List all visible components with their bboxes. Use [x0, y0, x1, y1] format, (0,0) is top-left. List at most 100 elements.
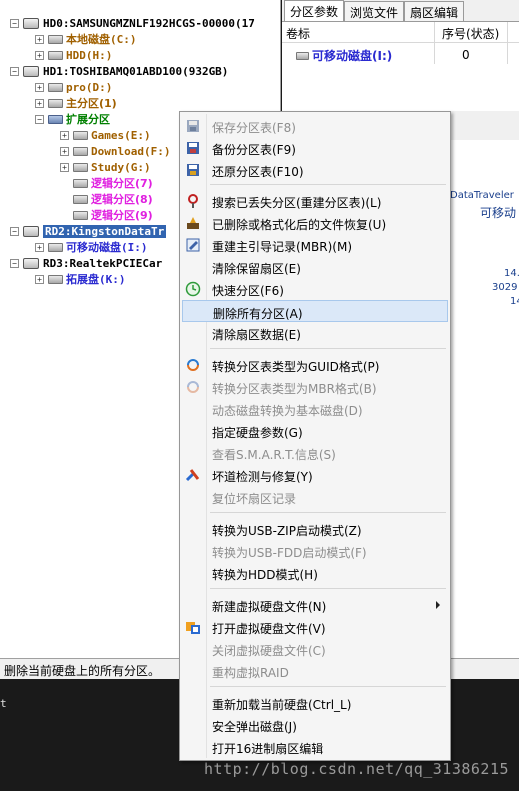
menu-item-close-virtual-disk[interactable]: 关闭虚拟硬盘文件(C): [182, 638, 448, 660]
expand-icon[interactable]: +: [35, 50, 44, 60]
tree-node-rd2[interactable]: − RD2:KingstonDataTr: [10, 223, 167, 239]
menu-item-eject-disk[interactable]: 安全弹出磁盘(J): [182, 714, 448, 736]
partition-icon: [73, 162, 88, 172]
partition-icon: [48, 98, 63, 108]
tab-partition-params[interactable]: 分区参数: [284, 0, 345, 22]
menu-item-specify-disk-params[interactable]: 指定硬盘参数(G): [182, 420, 448, 442]
column-header-index[interactable]: 序号(状态): [442, 25, 499, 42]
tree-node-label: Games(E:): [91, 128, 151, 142]
menu-item-restore-partition-table[interactable]: 还原分区表(F10): [182, 159, 448, 181]
collapse-icon[interactable]: −: [10, 18, 19, 28]
tree-node-label: 逻辑分区(9): [91, 209, 153, 222]
expand-icon[interactable]: +: [35, 98, 44, 108]
menu-item-clear-sector-data[interactable]: 清除扇区数据(E): [182, 322, 448, 344]
virtual-disk-icon: [186, 622, 200, 634]
tree-node-drive-d[interactable]: + pro(D:): [35, 79, 112, 95]
hard-disk-icon: [23, 17, 39, 29]
partition-icon: [48, 242, 63, 252]
save-icon: [187, 120, 199, 132]
watermark: http://blog.csdn.net/qq_31386215: [204, 760, 509, 778]
detail-value: 3029: [492, 282, 518, 293]
expand-icon[interactable]: +: [60, 162, 69, 172]
menu-item-quick-partition[interactable]: 快速分区(F6): [182, 278, 448, 300]
tab-browse-files[interactable]: 浏览文件: [344, 1, 405, 21]
disk-type-text: 可移动: [480, 206, 517, 220]
collapse-icon[interactable]: −: [10, 258, 19, 268]
expand-icon[interactable]: +: [35, 242, 44, 252]
tree-node-drive-i[interactable]: + 可移动磁盘(I:): [35, 239, 148, 255]
partition-icon: [48, 50, 63, 60]
tree-node-label: 本地磁盘(C:): [66, 33, 137, 46]
tree-node-label: pro(D:): [66, 80, 113, 94]
tree-node-drive-c[interactable]: + 本地磁盘(C:): [35, 31, 137, 47]
tree-node-logical-8[interactable]: 逻辑分区(8): [73, 191, 153, 207]
menu-item-recover-files[interactable]: 已删除或格式化后的文件恢复(U): [182, 212, 448, 234]
partition-icon: [48, 274, 63, 284]
expand-icon[interactable]: +: [35, 274, 44, 284]
menu-item-rebuild-raid[interactable]: 重构虚拟RAID: [182, 660, 448, 682]
search-icon: [188, 194, 198, 208]
tree-node-rd3[interactable]: − RD3:RealtekPCIECar: [10, 255, 162, 271]
menu-item-delete-all-partitions[interactable]: 删除所有分区(A): [182, 300, 448, 322]
menu-item-backup-partition-table[interactable]: 备份分区表(F9): [182, 137, 448, 159]
partition-icon: [48, 82, 63, 92]
tree-node-logical-9[interactable]: 逻辑分区(9): [73, 207, 153, 223]
menu-item-usb-fdd-mode[interactable]: 转换为USB-FDD启动模式(F): [182, 540, 448, 562]
menu-item-open-hex-editor[interactable]: 打开16进制扇区编辑: [182, 736, 448, 758]
menu-item-open-virtual-disk[interactable]: 打开虚拟硬盘文件(V): [182, 616, 448, 638]
tree-node-drive-f[interactable]: + Download(F:): [60, 143, 170, 159]
detail-value: 14.: [504, 268, 519, 279]
row-volume-label: 可移动磁盘(I:): [312, 49, 393, 63]
convert-icon: [187, 381, 199, 393]
column-header-label[interactable]: 卷标: [286, 25, 310, 42]
tree-node-logical-7[interactable]: 逻辑分区(7): [73, 175, 153, 191]
tab-sector-editor[interactable]: 扇区编辑: [404, 1, 465, 21]
expand-icon[interactable]: +: [60, 130, 69, 140]
backup-icon: [187, 142, 199, 154]
context-menu[interactable]: 保存分区表(F8) 备份分区表(F9) 还原分区表(F10) 搜索已丢失分区(重…: [179, 111, 451, 761]
menu-item-clear-reserved-sectors[interactable]: 清除保留扇区(E): [182, 256, 448, 278]
collapse-icon[interactable]: −: [35, 114, 44, 124]
expand-icon[interactable]: +: [35, 34, 44, 44]
collapse-icon[interactable]: −: [10, 226, 19, 236]
menu-separator: [210, 686, 446, 687]
row-index: 0: [462, 48, 470, 62]
file-recovery-icon: [187, 217, 199, 229]
submenu-arrow-icon: [436, 601, 440, 609]
removable-disk-icon: [23, 225, 39, 237]
collapse-icon[interactable]: −: [10, 66, 19, 76]
expand-icon[interactable]: +: [35, 82, 44, 92]
menu-item-convert-to-guid[interactable]: 转换分区表类型为GUID格式(P): [182, 354, 448, 376]
tree-node-drive-g[interactable]: + Study(G:): [60, 159, 151, 175]
disk-model-text: DataTraveler: [450, 190, 514, 201]
menu-item-usb-zip-mode[interactable]: 转换为USB-ZIP启动模式(Z): [182, 518, 448, 540]
menu-item-dynamic-to-basic[interactable]: 动态磁盘转换为基本磁盘(D): [182, 398, 448, 420]
tree-node-drive-e[interactable]: + Games(E:): [60, 127, 151, 143]
tree-node-label: RD3:RealtekPCIECar: [43, 256, 163, 270]
tree-node-drive-h[interactable]: + HDD(H:): [35, 47, 112, 63]
menu-item-rebuild-mbr[interactable]: 重建主引导记录(MBR)(M): [182, 234, 448, 256]
menu-item-search-lost-partitions[interactable]: 搜索已丢失分区(重建分区表)(L): [182, 190, 448, 212]
menu-item-reset-bad-sectors[interactable]: 复位坏扇区记录: [182, 486, 448, 508]
tree-node-label: Download(F:): [91, 144, 171, 158]
menu-item-convert-to-mbr[interactable]: 转换分区表类型为MBR格式(B): [182, 376, 448, 398]
tree-node-extended-partition[interactable]: − 扩展分区: [35, 111, 110, 127]
menu-item-save-partition-table[interactable]: 保存分区表(F8): [182, 115, 448, 137]
tree-node-hd1[interactable]: − HD1:TOSHIBAMQ01ABD100(932GB): [10, 63, 228, 79]
table-row[interactable]: 可移动磁盘(I:): [296, 47, 392, 64]
menu-item-reload-disk[interactable]: 重新加载当前硬盘(Ctrl_L): [182, 692, 448, 714]
menu-item-bad-sector-check[interactable]: 坏道检测与修复(Y): [182, 464, 448, 486]
menu-item-hdd-mode[interactable]: 转换为HDD模式(H): [182, 562, 448, 584]
convert-icon: [187, 359, 199, 371]
menu-item-smart-info[interactable]: 查看S.M.A.R.T.信息(S): [182, 442, 448, 464]
tree-node-drive-k[interactable]: + 拓展盘(K:): [35, 271, 126, 287]
tools-icon: [185, 469, 200, 482]
partition-table[interactable]: 卷标 序号(状态) 可移动磁盘(I:) 0: [282, 21, 519, 111]
expand-icon[interactable]: +: [60, 146, 69, 156]
tree-node-label: 逻辑分区(8): [91, 193, 153, 206]
tree-node-primary-partition[interactable]: + 主分区(1): [35, 95, 117, 111]
extended-partition-icon: [48, 114, 63, 124]
menu-item-new-virtual-disk[interactable]: 新建虚拟硬盘文件(N): [182, 594, 448, 616]
tree-node-label: 扩展分区: [66, 113, 110, 126]
tree-node-hd0[interactable]: − HD0:SAMSUNGMZNLF192HCGS-00000(17: [10, 15, 255, 31]
